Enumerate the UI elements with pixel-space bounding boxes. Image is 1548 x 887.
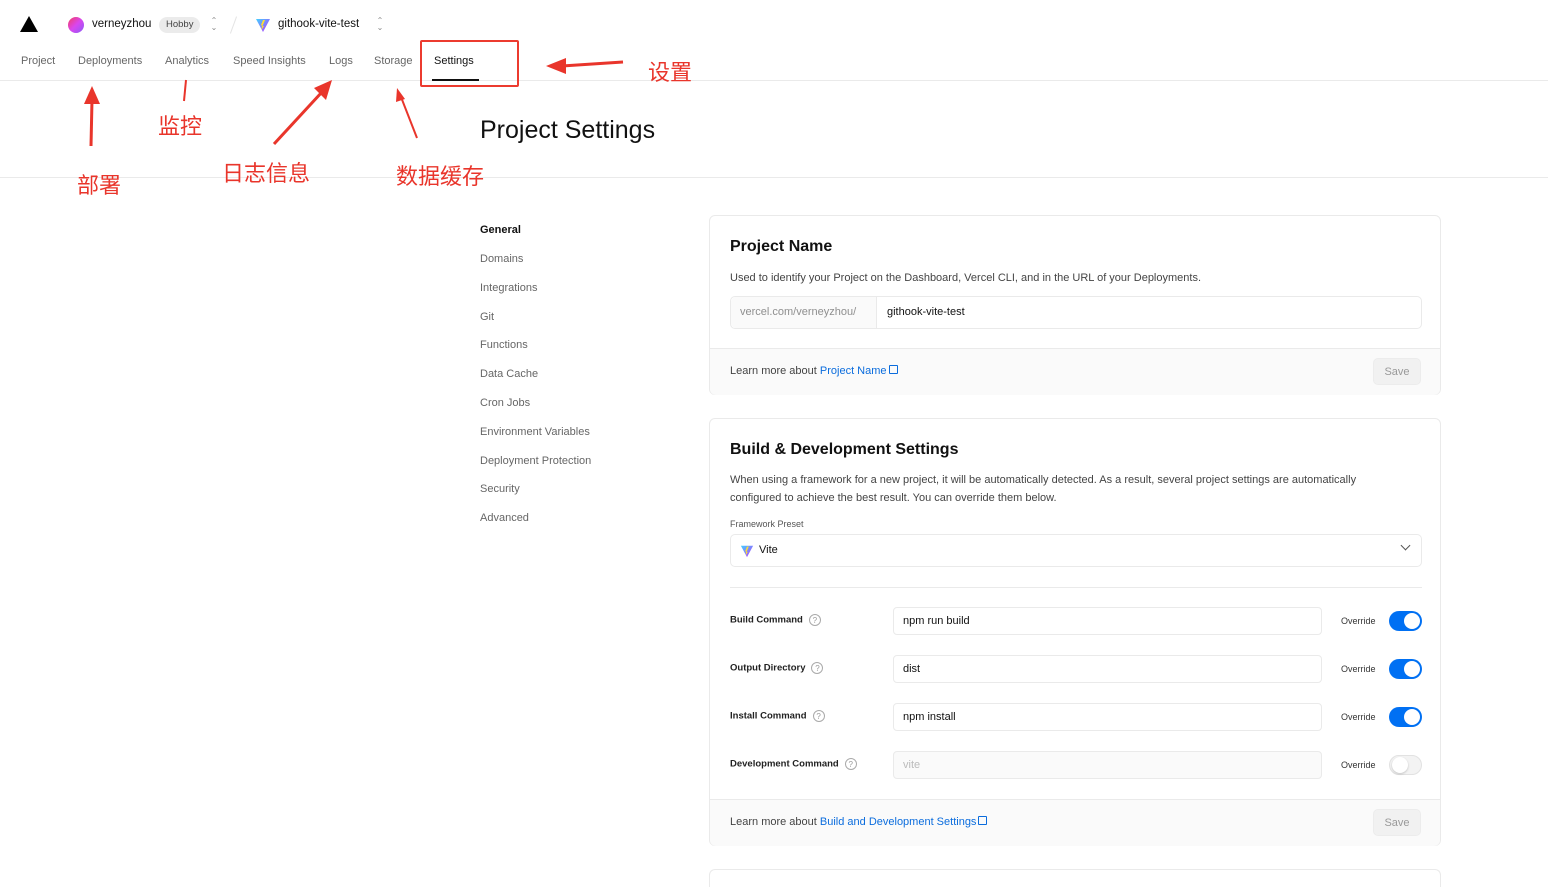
project-name-breadcrumb[interactable]: githook-vite-test	[278, 18, 359, 30]
output-directory-input[interactable]: dist	[893, 655, 1322, 683]
tab-project[interactable]: Project	[21, 55, 55, 67]
external-link-icon	[978, 816, 988, 825]
annotation-deployments: 部署	[77, 174, 122, 199]
project-name-value[interactable]: githook-vite-test	[887, 297, 965, 328]
project-name-docs-link[interactable]: Project Name	[820, 365, 887, 377]
vite-logo-icon	[740, 545, 754, 558]
override-label: Override	[1341, 664, 1376, 674]
sidebar-item-git[interactable]: Git	[480, 311, 494, 323]
annotation-logs: 日志信息	[222, 162, 311, 187]
sidebar-item-deployment-protection[interactable]: Deployment Protection	[480, 455, 591, 467]
tab-deployments[interactable]: Deployments	[78, 55, 142, 67]
footer-text: Learn more about Project Name	[730, 365, 898, 377]
card-footer: Learn more about Project Name Save	[710, 348, 1440, 395]
sidebar-item-security[interactable]: Security	[480, 483, 520, 495]
output-directory-label: Output Directory?	[730, 662, 824, 674]
build-command-label: Build Command?	[730, 614, 821, 626]
build-settings-docs-link[interactable]: Build and Development Settings	[820, 816, 977, 828]
help-icon[interactable]: ?	[808, 614, 821, 626]
card-description-line-2: configured to achieve the best result. Y…	[730, 492, 1057, 504]
tab-storage[interactable]: Storage	[374, 55, 413, 67]
help-icon[interactable]: ?	[812, 710, 825, 722]
development-command-label: Development Command?	[730, 758, 857, 770]
card-title: Build & Development Settings	[730, 441, 959, 458]
install-command-input[interactable]: npm install	[893, 703, 1322, 731]
team-switcher-chevron-icon[interactable]: ⌃ ⌄	[210, 17, 218, 32]
sidebar-item-advanced[interactable]: Advanced	[480, 512, 529, 524]
annotation-storage: 数据缓存	[396, 165, 485, 190]
framework-preset-select[interactable]: Vite	[730, 534, 1422, 567]
help-icon[interactable]: ?	[811, 662, 824, 674]
card-title: Project Name	[730, 238, 833, 255]
build-command-input[interactable]: npm run build	[893, 607, 1322, 635]
page-title: Project Settings	[480, 116, 656, 144]
build-command-override-toggle[interactable]	[1389, 611, 1422, 631]
vercel-logo-icon[interactable]	[20, 16, 38, 32]
vite-logo-icon	[256, 19, 270, 32]
breadcrumb-separator	[229, 16, 238, 34]
development-command-input[interactable]: vite	[893, 751, 1322, 779]
sidebar-item-general[interactable]: General	[480, 224, 521, 236]
sidebar-item-environment-variables[interactable]: Environment Variables	[480, 426, 590, 438]
framework-preset-label: Framework Preset	[730, 519, 804, 529]
avatar[interactable]	[68, 17, 84, 33]
divider	[730, 587, 1422, 588]
override-label: Override	[1341, 616, 1376, 626]
override-label: Override	[1341, 760, 1376, 770]
project-nav: Project Deployments Analytics Speed Insi…	[0, 48, 1548, 81]
tab-analytics[interactable]: Analytics	[165, 55, 209, 67]
external-link-icon	[888, 365, 898, 374]
url-prefix: vercel.com/verneyzhou/	[731, 297, 877, 328]
tab-logs[interactable]: Logs	[329, 55, 353, 67]
framework-preset-value: Vite	[759, 544, 778, 556]
project-name-card: Project Name Used to identify your Proje…	[709, 215, 1441, 395]
chevron-down-icon	[1400, 540, 1411, 551]
card-footer: Learn more about Build and Development S…	[710, 799, 1440, 846]
override-label: Override	[1341, 712, 1376, 722]
settings-highlight-box	[420, 40, 519, 87]
development-command-override-toggle[interactable]	[1389, 755, 1422, 775]
sidebar-item-functions[interactable]: Functions	[480, 339, 528, 351]
project-switcher-chevron-icon[interactable]: ⌃ ⌄	[376, 17, 384, 32]
sidebar-item-integrations[interactable]: Integrations	[480, 282, 537, 294]
output-directory-override-toggle[interactable]	[1389, 659, 1422, 679]
annotation-settings: 设置	[648, 61, 693, 86]
top-bar: verneyzhou Hobby ⌃ ⌄ githook-vite-test ⌃ ⌄	[0, 0, 1548, 48]
sidebar-item-domains[interactable]: Domains	[480, 253, 523, 265]
annotation-analytics: 监控	[158, 115, 203, 140]
card-description: Used to identify your Project on the Das…	[730, 272, 1202, 284]
install-command-label: Install Command?	[730, 710, 825, 722]
plan-badge: Hobby	[159, 17, 201, 33]
sidebar-item-cron-jobs[interactable]: Cron Jobs	[480, 397, 530, 409]
footer-text: Learn more about Build and Development S…	[730, 816, 988, 828]
help-icon[interactable]: ?	[844, 758, 857, 770]
project-name-input[interactable]: vercel.com/verneyzhou/ githook-vite-test	[730, 296, 1422, 329]
card-description-line-1: When using a framework for a new project…	[730, 474, 1357, 486]
save-button[interactable]: Save	[1373, 358, 1421, 385]
team-name[interactable]: verneyzhou	[92, 18, 151, 30]
next-settings-card	[709, 869, 1441, 887]
sidebar-item-data-cache[interactable]: Data Cache	[480, 368, 538, 380]
tab-speed-insights[interactable]: Speed Insights	[233, 55, 306, 67]
build-settings-card: Build & Development Settings When using …	[709, 418, 1441, 846]
install-command-override-toggle[interactable]	[1389, 707, 1422, 727]
save-button[interactable]: Save	[1373, 809, 1421, 836]
